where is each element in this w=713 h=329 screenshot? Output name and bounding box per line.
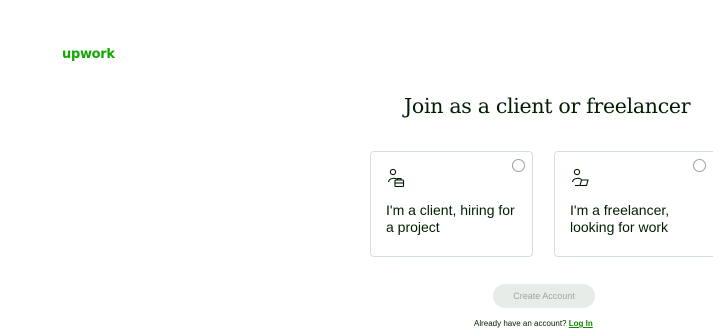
create-account-button[interactable]: Create Account [493, 284, 595, 308]
freelancer-option-card[interactable]: I'm a freelancer, looking for work [554, 151, 713, 257]
client-option-card[interactable]: I'm a client, hiring for a project [370, 151, 533, 257]
upwork-logo[interactable]: upwork [62, 47, 115, 62]
page-title: Join as a client or freelancer [404, 94, 691, 118]
login-link[interactable]: Log In [569, 319, 593, 328]
login-prompt: Already have an account? Log In [474, 319, 593, 328]
client-briefcase-icon [387, 168, 405, 188]
login-prompt-text: Already have an account? [474, 319, 567, 328]
client-radio-button[interactable] [512, 159, 525, 172]
client-option-label: I'm a client, hiring for a project [386, 202, 515, 235]
freelancer-radio-button[interactable] [693, 159, 706, 172]
freelancer-laptop-icon [571, 168, 589, 187]
signup-page: upwork Join as a client or freelancer I'… [0, 0, 713, 329]
freelancer-option-label: I'm a freelancer, looking for work [570, 202, 670, 235]
